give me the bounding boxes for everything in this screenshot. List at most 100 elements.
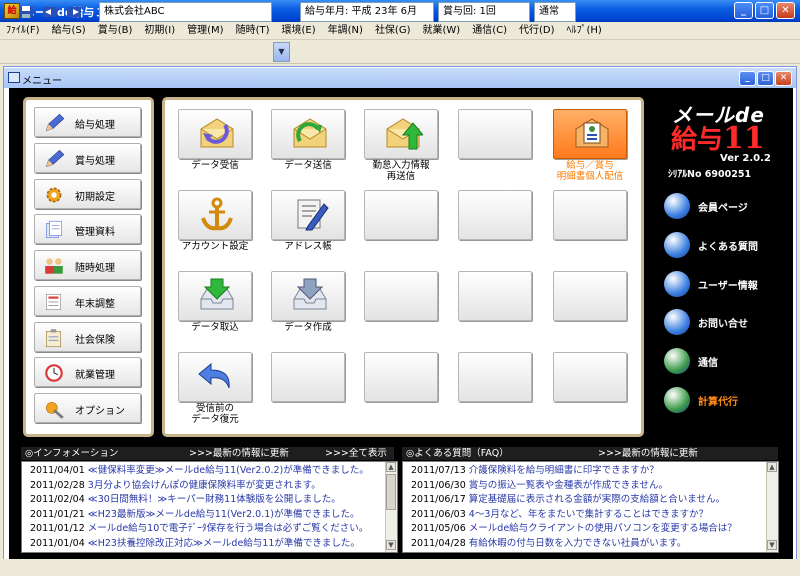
news-text-link[interactable]: ≪H23最新版≫メールde給与11(Ver2.0.1)が準備できました。 — [88, 509, 360, 520]
menu-item-0[interactable]: ﾌｧｲﾙ(F) — [0, 22, 46, 40]
news-text-link[interactable]: 有給休暇の付与日数を入力できない社員がいます。 — [469, 538, 687, 549]
menu-item-5[interactable]: 随時(T) — [230, 22, 276, 40]
menu-item-8[interactable]: 社保(G) — [369, 22, 417, 40]
news-row[interactable]: 2011/01/21 ≪H23最新版≫メールde給与11(Ver2.0.1)が準… — [22, 508, 382, 523]
info-update-link[interactable]: >>>最新の情報に更新 — [189, 447, 289, 460]
sidebar-icon-8 — [43, 399, 65, 419]
tile-4[interactable] — [553, 109, 627, 159]
child-minimize-button[interactable]: _ — [739, 71, 756, 86]
news-text-link[interactable]: 賞与の振込一覧表や金種表が作成できません。 — [469, 480, 668, 491]
sidebar-icon-2 — [43, 185, 65, 205]
news-text-link[interactable]: ≪30日間無料！≫キーパー財務11体験版を公開しました。 — [88, 494, 341, 505]
send-icon — [43, 7, 57, 17]
news-row[interactable]: 2011/06/03 4～3月など、年をまたいで集計することはできますか？ — [403, 508, 763, 523]
right-link-4[interactable]: 通信 — [664, 348, 784, 375]
scroll-up-arrow-icon[interactable]: ▲ — [386, 462, 396, 472]
minimize-button[interactable]: _ — [734, 2, 753, 19]
globe-icon — [664, 348, 690, 375]
news-row[interactable]: 2011/06/30 賞与の振込一覧表や金種表が作成できません。 — [403, 479, 763, 494]
news-row[interactable]: 2011/02/04 ≪30日間無料！≫キーパー財務11体験版を公開しました。 — [22, 493, 382, 508]
news-row[interactable]: 2011/02/28 3月分より協会けんぽの健康保険料率が変更されます。 — [22, 479, 382, 494]
company-select[interactable]: 株式会社ABC — [99, 2, 272, 22]
tile-5[interactable] — [178, 190, 252, 240]
send-button[interactable] — [40, 3, 60, 21]
right-link-label-4: 通信 — [698, 358, 718, 370]
news-text-link[interactable]: ≪H23扶養控除改正対応≫メールde給与11が準備できました。 — [88, 538, 360, 549]
scroll-down-arrow-icon[interactable]: ▼ — [767, 540, 777, 550]
sidebar-button-4[interactable]: 随時処理 — [34, 250, 141, 280]
faq-update-link[interactable]: >>>最新の情報に更新 — [598, 447, 698, 460]
child-maximize-button[interactable]: □ — [757, 71, 774, 86]
news-text-link[interactable]: ≪健保料率変更≫メールde給与11(Ver2.0.2)が準備できました。 — [88, 465, 369, 476]
bonus-count-field[interactable]: 賞与回: 1回 — [438, 2, 530, 22]
news-row[interactable]: 2011/01/12 メールde給与10で電子ﾃﾞｰﾀ保存を行う場合は必ずご覧く… — [22, 522, 382, 537]
menu-item-2[interactable]: 賞与(B) — [92, 22, 139, 40]
right-link-5[interactable]: 計算代行 — [664, 387, 784, 413]
empty-tile-18 — [458, 352, 532, 402]
news-row[interactable]: 2011/06/17 算定基礎届に表示される金額が実際の支給額と合いません。 — [403, 493, 763, 508]
scroll-down-arrow-icon[interactable]: ▼ — [386, 540, 396, 550]
info-show-all-link[interactable]: >>>全て表示 — [325, 447, 387, 460]
right-link-0[interactable]: 会員ページ — [664, 193, 784, 219]
tile-11[interactable] — [271, 271, 345, 321]
menu-item-7[interactable]: 年調(N) — [322, 22, 369, 40]
save-button[interactable] — [16, 3, 36, 21]
scroll-up-arrow-icon[interactable]: ▲ — [767, 462, 777, 472]
empty-tile-8 — [458, 190, 532, 240]
tile-10[interactable] — [178, 271, 252, 321]
right-link-1[interactable]: よくある質問 — [664, 231, 784, 258]
faq-scrollbar[interactable]: ▲ ▼ — [766, 462, 778, 552]
menu-item-11[interactable]: 代行(D) — [513, 22, 561, 40]
right-link-label-1: よくある質問 — [698, 241, 758, 253]
news-row[interactable]: 2011/07/13 介護保険料を給与明細書に印字できますか？ — [403, 464, 763, 479]
tile-15[interactable] — [178, 352, 252, 402]
menu-item-9[interactable]: 就業(W) — [417, 22, 467, 40]
info-scrollbar[interactable]: ▲ ▼ — [385, 462, 397, 552]
pencil-icon — [45, 113, 65, 132]
sidebar-button-6[interactable]: 社会保険 — [34, 321, 141, 352]
menu-item-6[interactable]: 環境(E) — [276, 22, 322, 40]
menu-item-1[interactable]: 給与(S) — [46, 22, 92, 40]
news-text-link[interactable]: 算定基礎届に表示される金額が実際の支給額と合いません。 — [469, 494, 725, 505]
tile-1[interactable] — [271, 109, 345, 159]
news-date: 2011/02/28 — [30, 479, 85, 491]
receive-button[interactable] — [64, 3, 84, 21]
info-scroll-thumb[interactable] — [386, 474, 396, 510]
child-close-button[interactable]: ✕ — [775, 71, 792, 86]
news-row[interactable]: 2011/04/28 有給休暇の付与日数を入力できない社員がいます。 — [403, 537, 763, 552]
news-text-link[interactable]: 4～3月など、年をまたいで集計することはできますか？ — [469, 509, 708, 520]
news-text-link[interactable]: 3月分より協会けんぽの健康保険料率が変更されます。 — [88, 480, 321, 491]
menu-item-3[interactable]: 初期(I) — [138, 22, 181, 40]
tile-6[interactable] — [271, 190, 345, 240]
news-row[interactable]: 2011/01/04 ≪H23扶養控除改正対応≫メールde給与11が準備できまし… — [22, 537, 382, 552]
menu-item-4[interactable]: 管理(M) — [181, 22, 229, 40]
sidebar-button-3[interactable]: 管理資料 — [34, 214, 141, 245]
menu-item-12[interactable]: ﾍﾙﾌﾟ(H) — [561, 22, 608, 40]
sidebar-button-7[interactable]: 就業管理 — [34, 357, 141, 388]
news-row[interactable]: 2011/05/06 メールde給与クライアントの使用パソコンを変更する場合は？ — [403, 522, 763, 537]
tile-0[interactable] — [178, 109, 252, 159]
menu-item-10[interactable]: 通信(C) — [466, 22, 513, 40]
sidebar-button-2[interactable]: 初期設定 — [34, 178, 141, 209]
news-text-link[interactable]: メールde給与クライアントの使用パソコンを変更する場合は？ — [469, 523, 737, 534]
tile-2[interactable] — [364, 109, 438, 159]
news-date: 2011/04/28 — [411, 537, 466, 549]
sidebar-button-0[interactable]: 給与処理 — [34, 107, 141, 137]
tile-label-15: 受信前の データ復元 — [191, 403, 239, 425]
close-button[interactable]: ✕ — [776, 2, 795, 19]
right-link-2[interactable]: ユーザー情報 — [664, 270, 784, 297]
news-text-link[interactable]: メールde給与10で電子ﾃﾞｰﾀ保存を行う場合は必ずご覧ください。 — [88, 523, 368, 534]
sidebar-button-8[interactable]: オプション — [34, 393, 141, 423]
mode-field[interactable]: 通常 — [534, 2, 576, 22]
pay-month-field[interactable]: 給与年月: 平成 23年 6月 — [300, 2, 434, 22]
sidebar-button-5[interactable]: 年末調整 — [34, 285, 141, 316]
news-text-link[interactable]: 介護保険料を給与明細書に印字できますか？ — [469, 465, 659, 476]
sidebar-label-2: 初期設定 — [75, 191, 115, 203]
undo-arrow-icon — [198, 362, 230, 389]
window-icon — [8, 72, 20, 83]
sidebar-button-1[interactable]: 賞与処理 — [34, 142, 141, 173]
right-link-3[interactable]: お問い合せ — [664, 309, 784, 336]
news-row[interactable]: 2011/04/01 ≪健保料率変更≫メールde給与11(Ver2.0.2)が準… — [22, 464, 382, 479]
company-dropdown-button[interactable]: ▼ — [273, 42, 290, 62]
maximize-button[interactable]: □ — [755, 2, 774, 19]
